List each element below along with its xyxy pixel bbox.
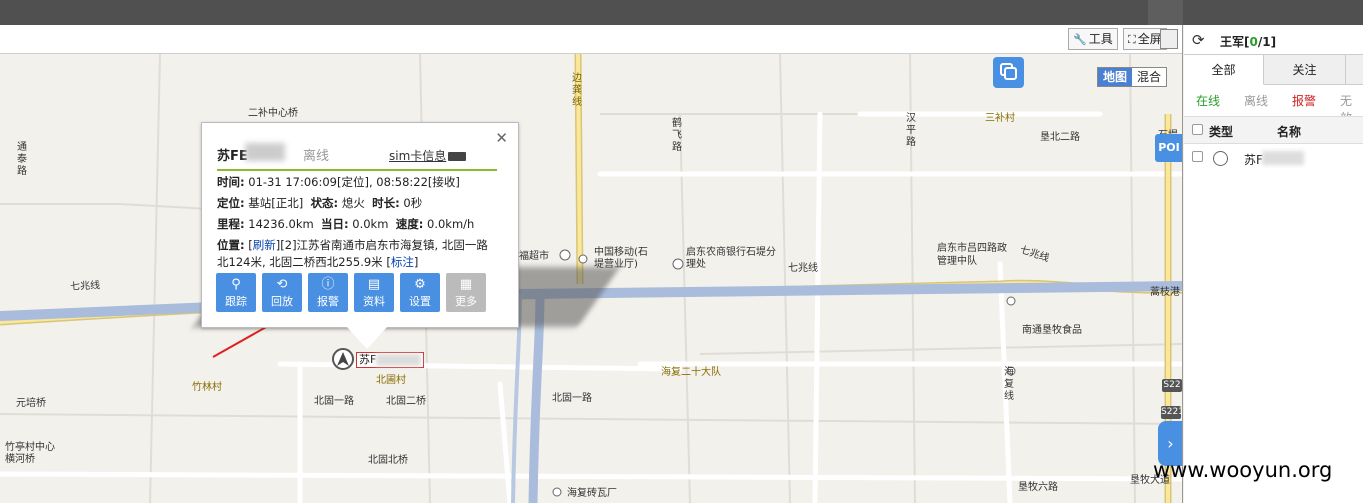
vehicle-marker-label[interactable]: 苏F	[356, 352, 425, 368]
redacted-plate	[245, 143, 285, 161]
place-label: 元培桥	[16, 398, 46, 409]
top-bar-segment	[1148, 0, 1183, 25]
place-label: 南通垦牧食品	[1022, 325, 1082, 336]
place-label: 北固二桥	[386, 396, 426, 407]
position-line-2: 北124米, 北固二桥西北255.9米 [标注]	[217, 255, 419, 269]
position-line: 位置: [刷新][2]江苏省南通市启东市海复镇, 北固一路	[217, 238, 488, 252]
refresh-link[interactable]: 刷新	[253, 238, 276, 252]
road-label: 鹤飞路	[672, 118, 682, 153]
watermark: www.wooyun.org	[1153, 458, 1333, 482]
playback-button[interactable]: ⟲ 回放	[262, 273, 302, 312]
refresh-icon[interactable]: ⟳	[1192, 31, 1205, 49]
sim-card-icon	[448, 152, 467, 161]
road-label: 海复线	[1004, 367, 1014, 402]
vehicle-panel: ⟳ 王军[0/1] 全部 关注 在线 离线 报警 无效 类型 名称 苏F	[1184, 25, 1363, 503]
road-label: 边龚线	[572, 73, 582, 108]
map-area[interactable]: 🔧 工具 ⛶ 全屏 二补中心桥 通泰路 边龚线 鹤飞路 汉平路 三补村 垦北二路…	[0, 25, 1183, 503]
place-label: 蒿枝港	[1150, 287, 1180, 298]
tab-favorite[interactable]: 关注	[1264, 55, 1346, 85]
tools-button[interactable]: 🔧 工具	[1068, 28, 1118, 50]
row-checkbox[interactable]	[1192, 151, 1203, 162]
track-button[interactable]: ⚲ 跟踪	[216, 273, 256, 312]
place-label: 竹亭村中心横河桥	[5, 442, 55, 465]
road-shield: S221	[1161, 406, 1183, 419]
table-header: 类型 名称	[1184, 116, 1363, 144]
map-type-hybrid[interactable]: 混合	[1132, 68, 1166, 86]
close-icon[interactable]: ✕	[495, 129, 508, 147]
vehicle-status: 离线	[303, 149, 330, 164]
place-label: 启东农商银行石堤分理处	[686, 247, 776, 270]
poi-button[interactable]: POI	[1155, 134, 1182, 162]
alarm-button[interactable]: ⓘ 报警	[308, 273, 348, 312]
road-label: 垦牧六路	[1018, 482, 1058, 493]
filter-alarm[interactable]: 报警	[1292, 92, 1316, 109]
place-label: 福超市	[519, 251, 549, 262]
filter-online[interactable]: 在线	[1196, 92, 1220, 109]
popup-actions: ⚲ 跟踪 ⟲ 回放 ⓘ 报警 ▤ 资料 ⚙ 设置 ▦ 更多	[216, 273, 486, 312]
map-type-switch: 地图 混合	[1097, 67, 1168, 87]
place-label: 三补村	[985, 113, 1015, 124]
place-label: 海复砖瓦厂	[567, 488, 617, 499]
sim-info-link[interactable]: sim卡信息	[389, 147, 467, 164]
place-label: 北圃村	[376, 375, 406, 386]
wrench-icon: 🔧	[1073, 33, 1087, 46]
more-button[interactable]: ▦ 更多	[446, 273, 486, 312]
place-label: 二补中心桥	[248, 108, 298, 119]
grid-icon: ▦	[459, 277, 473, 292]
panel-tabs: 全部 关注	[1184, 55, 1363, 85]
road-label: 七兆线	[69, 280, 101, 293]
vehicle-marker[interactable]	[332, 348, 354, 370]
popup-header: 苏FE 离线 sim卡信息	[217, 143, 497, 171]
vehicle-name-cell: 苏F	[1244, 153, 1263, 167]
popup-tail	[347, 327, 387, 349]
map-toolbar: 🔧 工具 ⛶ 全屏	[0, 25, 1182, 54]
redacted-plate	[376, 354, 422, 366]
browser-top-bar	[0, 0, 1363, 25]
place-label: 启东市吕四路政管理中队	[937, 243, 1007, 267]
vehicle-name: 苏FE	[217, 149, 248, 164]
gear-icon: ⚙	[414, 277, 426, 292]
chevron-right-icon: ›	[1167, 434, 1174, 453]
road-label: 通泰路	[17, 142, 27, 177]
tab-all[interactable]: 全部	[1184, 55, 1264, 85]
alert-icon: ⓘ	[321, 277, 335, 292]
table-row[interactable]: 苏F	[1184, 145, 1363, 171]
side-square-icon[interactable]	[1160, 29, 1178, 49]
road-label: 汉平路	[906, 113, 916, 148]
select-all-checkbox[interactable]	[1192, 124, 1203, 135]
road-label: 垦北二路	[1040, 132, 1080, 143]
document-icon: ▤	[367, 277, 381, 292]
layer-switch-button[interactable]	[993, 57, 1024, 88]
place-label: 北固北桥	[368, 455, 408, 466]
panel-user: 王军[0/1]	[1220, 35, 1277, 49]
navigation-arrow-icon	[337, 352, 349, 366]
column-type: 类型	[1209, 125, 1234, 139]
locate-line: 定位: 基站[正北] 状态: 熄火 时长: 0秒	[217, 196, 423, 210]
filter-offline[interactable]: 离线	[1244, 92, 1268, 109]
layers-icon	[1000, 63, 1017, 80]
time-line: 时间: 01-31 17:06:09[定位], 08:58:22[接收]	[217, 175, 460, 189]
info-button[interactable]: ▤ 资料	[354, 273, 394, 312]
settings-button[interactable]: ⚙ 设置	[400, 273, 440, 312]
fullscreen-icon: ⛶	[1128, 33, 1136, 46]
vehicle-info-popup: ✕ 苏FE 离线 sim卡信息 时间: 01-31 17:06:09[定位], …	[201, 122, 519, 328]
road-label: 七兆线	[788, 263, 818, 274]
map-type-map[interactable]: 地图	[1098, 68, 1133, 86]
place-label: 海复二十大队	[661, 367, 721, 378]
mark-link[interactable]: 标注	[391, 255, 414, 269]
column-name: 名称	[1277, 125, 1302, 139]
road-label: 北固一路	[552, 393, 592, 404]
place-label: 竹林村	[192, 382, 222, 393]
vehicle-type-icon	[1213, 151, 1228, 166]
status-filters: 在线 离线 报警 无效	[1184, 87, 1363, 125]
road-shield: S22	[1162, 379, 1182, 392]
track-icon: ⚲	[231, 277, 241, 292]
road-label: 北固一路	[314, 396, 354, 407]
redacted-plate	[1262, 151, 1304, 165]
mileage-line: 里程: 14236.0km 当日: 0.0km 速度: 0.0km/h	[217, 217, 475, 231]
playback-icon: ⟲	[276, 277, 288, 292]
panel-header: ⟳ 王军[0/1]	[1184, 25, 1363, 55]
